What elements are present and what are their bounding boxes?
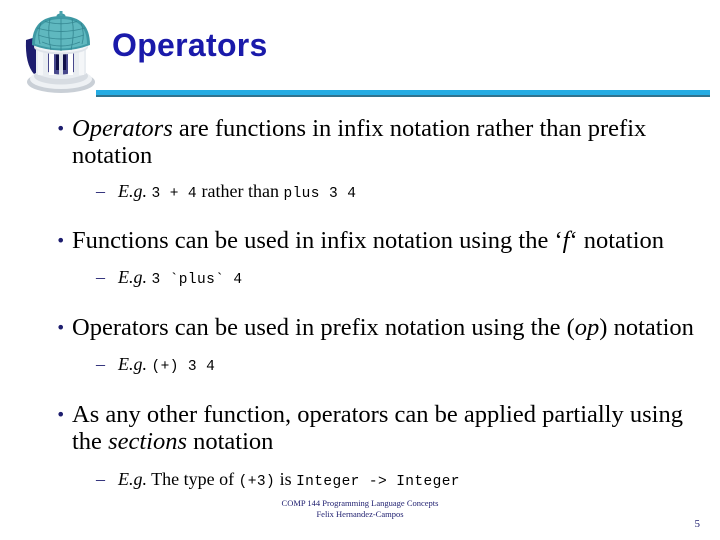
bullet-item: • As any other function, operators can b… — [0, 401, 720, 455]
sub-bullet-item: – E.g. 3 `plus` 4 — [0, 266, 720, 291]
slide-footer: COMP 144 Programming Language Concepts F… — [0, 498, 720, 520]
bullet-3-content: Operators can be used in prefix notation… — [72, 314, 694, 341]
sub-bullet-4-content: E.g. The type of (+3) is Integer -> Inte… — [118, 469, 460, 490]
bullet-marker-icon: • — [56, 318, 66, 337]
sub-bullet-item: – E.g. 3 + 4 rather than plus 3 4 — [0, 180, 720, 205]
text-run: Functions can be used in infix notation … — [72, 227, 563, 254]
text-run: ) notation — [599, 314, 694, 341]
text-run: rather than — [197, 181, 284, 201]
sub-bullet-2-content: E.g. 3 `plus` 4 — [118, 267, 243, 288]
bullet-item: • Functions can be used in infix notatio… — [0, 227, 720, 254]
bullet-1-text: • Operators are functions in infix notat… — [0, 115, 720, 169]
text-run: E.g. — [118, 181, 147, 201]
sub-bullet-3-content: E.g. (+) 3 4 — [118, 354, 216, 375]
text-run: notation — [187, 428, 274, 455]
bullet-item: • Operators can be used in prefix notati… — [0, 314, 720, 341]
text-run: Integer -> Integer — [296, 474, 460, 490]
text-run: Operators — [72, 115, 173, 142]
text-run: (+3) — [238, 474, 276, 490]
text-run: E.g. — [118, 469, 147, 489]
sub-bullet-dash-icon: – — [96, 354, 105, 374]
sub-bullet-dash-icon: – — [96, 181, 105, 201]
text-run: (+) 3 4 — [151, 359, 216, 375]
old-well-rotunda-logo — [12, 6, 108, 98]
sub-bullet-item: – E.g. (+) 3 4 — [0, 353, 720, 378]
text-run: is — [275, 469, 297, 489]
text-run: sections — [108, 428, 187, 455]
sub-bullet-4-text: – E.g. The type of (+3) is Integer -> In… — [0, 468, 720, 493]
bullet-marker-icon: • — [56, 405, 66, 424]
footer-course-line: COMP 144 Programming Language Concepts — [281, 498, 439, 508]
bullet-marker-icon: • — [56, 119, 66, 138]
page-title: Operators — [112, 27, 268, 63]
slide-header: Operators — [0, 0, 720, 105]
text-run: Operators can be used in prefix notation… — [72, 314, 575, 341]
page-number: 5 — [694, 518, 701, 530]
text-run: E.g. — [118, 354, 147, 374]
text-run: ‘ notation — [569, 227, 665, 254]
sub-bullet-1-text: – E.g. 3 + 4 rather than plus 3 4 — [0, 180, 720, 205]
sub-bullet-item: – E.g. The type of (+3) is Integer -> In… — [0, 468, 720, 493]
title-divider-shadow — [96, 95, 710, 97]
slide-body: • Operators are functions in infix notat… — [0, 110, 720, 495]
bullet-4-content: As any other function, operators can be … — [72, 401, 683, 455]
text-run: E.g. — [118, 267, 147, 287]
text-run: op — [574, 314, 600, 341]
bullet-1-content: Operators are functions in infix notatio… — [72, 115, 646, 169]
bullet-marker-icon: • — [56, 231, 66, 250]
bullet-4-text: • As any other function, operators can b… — [0, 401, 720, 455]
slide: Operators • Operators are functions in i… — [0, 0, 720, 540]
bullet-2-text: • Functions can be used in infix notatio… — [0, 227, 720, 254]
bullet-3-text: • Operators can be used in prefix notati… — [0, 314, 720, 341]
text-run: 3 `plus` 4 — [151, 272, 243, 288]
sub-bullet-2-text: – E.g. 3 `plus` 4 — [0, 266, 720, 291]
bullet-2-content: Functions can be used in infix notation … — [72, 227, 664, 254]
sub-bullet-dash-icon: – — [96, 469, 105, 489]
footer-author-line: Felix Hernandez-Campos — [316, 509, 404, 519]
text-run: The type of — [147, 469, 239, 489]
text-run: plus 3 4 — [283, 186, 357, 202]
sub-bullet-dash-icon: – — [96, 267, 105, 287]
sub-bullet-1-content: E.g. 3 + 4 rather than plus 3 4 — [118, 181, 357, 202]
bullet-item: • Operators are functions in infix notat… — [0, 115, 720, 169]
sub-bullet-3-text: – E.g. (+) 3 4 — [0, 353, 720, 378]
text-run: 3 + 4 — [151, 186, 198, 202]
